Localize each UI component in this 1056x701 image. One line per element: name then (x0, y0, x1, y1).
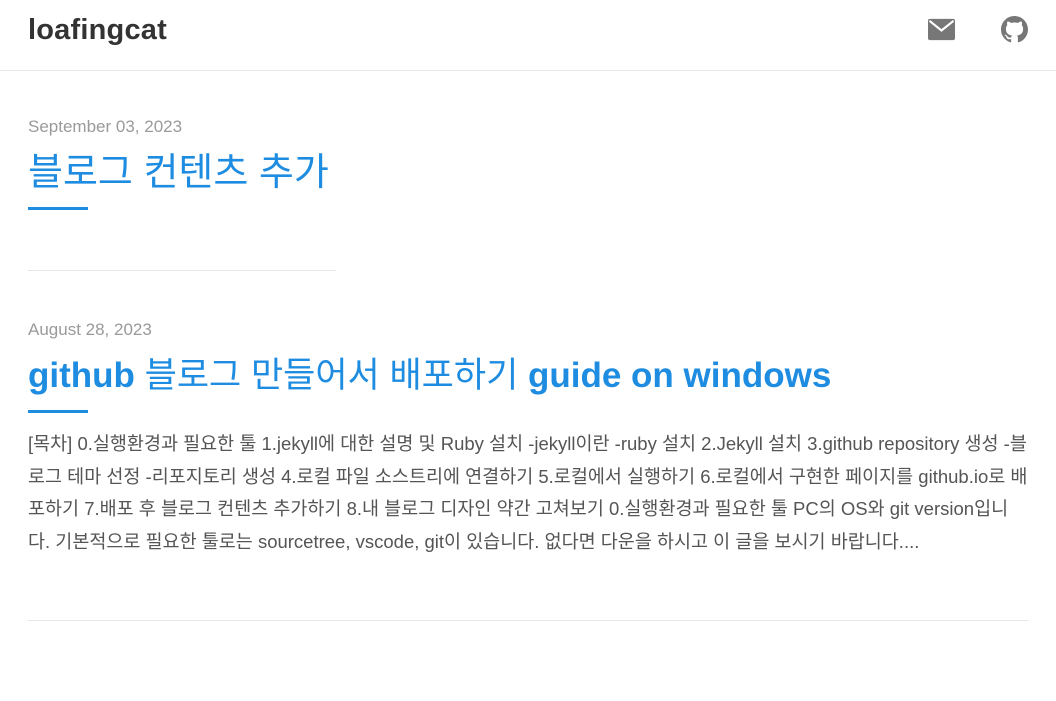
post-title-link[interactable]: github 블로그 만들어서 배포하기 guide on windows (28, 354, 1028, 398)
post-list: September 03, 2023 블로그 컨텐츠 추가 August 28,… (0, 71, 1056, 621)
github-link[interactable] (1001, 16, 1028, 43)
post-item: August 28, 2023 github 블로그 만들어서 배포하기 gui… (28, 271, 1028, 621)
header-social-links (928, 16, 1028, 43)
post-date: September 03, 2023 (28, 117, 183, 136)
post-title-part: 블로그 만들어서 배포하기 (144, 356, 519, 395)
github-icon (1001, 16, 1028, 43)
post-excerpt: [목차] 0.실행환경과 필요한 툴 1.jekyll에 대한 설명 및 Rub… (28, 433, 1028, 552)
site-header: loafingcat (0, 0, 1056, 71)
post-date: August 28, 2023 (28, 320, 152, 339)
title-underline (28, 207, 88, 210)
post-divider (28, 620, 1028, 621)
post-title-part: guide on windows (518, 356, 832, 395)
post-title-link[interactable]: 블로그 컨텐츠 추가 (28, 151, 1028, 195)
title-underline (28, 410, 88, 413)
post-title-part: github (28, 356, 145, 395)
envelope-icon (928, 18, 955, 41)
site-brand-link[interactable]: loafingcat (28, 14, 167, 47)
post-item: September 03, 2023 블로그 컨텐츠 추가 (28, 71, 1028, 271)
email-link[interactable] (928, 16, 955, 43)
